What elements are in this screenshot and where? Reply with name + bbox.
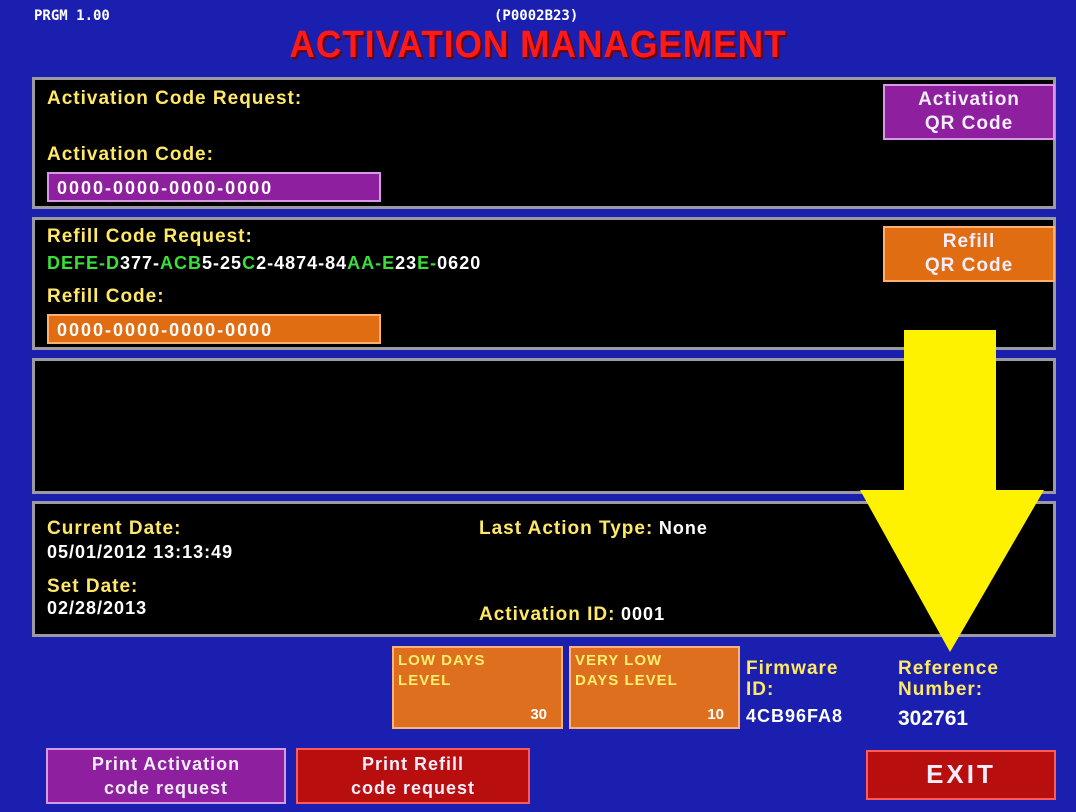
print-activation-line2: code request <box>103 778 229 798</box>
firmware-id-value: 4CB96FA8 <box>746 706 844 726</box>
low-days-value: 30 <box>530 706 547 723</box>
activation-code-field[interactable]: 0000-0000-0000-0000 <box>47 172 381 202</box>
very-low-label-line2: DAYS LEVEL <box>575 672 678 689</box>
firmware-label-line2: ID: <box>746 679 775 700</box>
last-action: Last Action Type: None <box>479 518 708 540</box>
reference-number-value: 302761 <box>898 707 969 730</box>
activation-code-label: Activation Code: <box>47 144 214 165</box>
last-action-value: None <box>658 518 708 538</box>
refill-request-code: DEFE-D377-ACB5-25C2-4874-84AA-E23E-0620 <box>47 253 481 274</box>
print-refill-request-button[interactable]: Print Refill code request <box>296 748 530 804</box>
firmware-id-label: Firmware ID: <box>746 658 838 700</box>
reference-label-line1: Reference <box>898 658 999 679</box>
low-days-label-line1: LOW DAYS <box>398 652 486 669</box>
low-days-level-box[interactable]: LOW DAYS LEVEL 30 <box>392 646 563 729</box>
print-refill-line2: code request <box>350 778 476 798</box>
refill-request-label: Refill Code Request: <box>47 226 253 247</box>
last-action-label: Last Action Type: <box>479 518 654 539</box>
page-title: ACTIVATION MANAGEMENT <box>289 24 787 66</box>
very-low-label-line1: VERY LOW <box>575 652 663 669</box>
activation-id-label: Activation ID: <box>479 604 616 625</box>
refill-request-segment: 2-4874-84 <box>256 253 348 273</box>
activation-qr-button-line2: QR Code <box>924 113 1014 134</box>
refill-code-field[interactable]: 0000-0000-0000-0000 <box>47 314 381 344</box>
reference-label-line2: Number: <box>898 679 984 700</box>
refill-qr-button-line1: Refill <box>942 231 996 252</box>
refill-request-segment: ACB <box>160 253 203 273</box>
current-date-value: 05/01/2012 13:13:49 <box>47 542 234 562</box>
very-low-days-label: VERY LOW DAYS LEVEL <box>575 651 678 691</box>
low-days-label-line2: LEVEL <box>398 672 452 689</box>
refill-request-segment: 5-25 <box>202 253 243 273</box>
print-activation-line1: Print Activation <box>91 754 241 774</box>
refill-request-segment: 377- <box>120 253 161 273</box>
program-id: (P0002B23) <box>494 8 579 24</box>
refill-qr-button-line2: QR Code <box>924 255 1014 276</box>
activation-qr-button-line1: Activation <box>918 89 1020 110</box>
very-low-days-level-box[interactable]: VERY LOW DAYS LEVEL 10 <box>569 646 740 729</box>
activation-request-label: Activation Code Request: <box>47 88 303 109</box>
set-date-value: 02/28/2013 <box>47 598 148 618</box>
refill-request-segment: 0620 <box>437 253 482 273</box>
very-low-days-value: 10 <box>707 706 724 723</box>
refill-code-label: Refill Code: <box>47 286 165 307</box>
program-version: PRGM 1.00 <box>34 8 110 24</box>
print-activation-request-button[interactable]: Print Activation code request <box>46 748 286 804</box>
firmware-label-line1: Firmware <box>746 658 839 679</box>
low-days-label: LOW DAYS LEVEL <box>398 651 485 691</box>
down-arrow-icon <box>860 330 1044 652</box>
activation-qr-code-button[interactable]: Activation QR Code <box>883 84 1055 140</box>
activation-id: Activation ID: 0001 <box>479 604 665 626</box>
activation-panel: Activation Code Request: Activation Code… <box>32 77 1056 209</box>
activation-id-value: 0001 <box>621 604 666 624</box>
refill-request-segment: E- <box>417 253 438 273</box>
refill-request-segment: C <box>242 253 257 273</box>
exit-button[interactable]: EXIT <box>866 750 1056 800</box>
current-date-label: Current Date: <box>47 518 182 539</box>
reference-number-label: Reference Number: <box>898 658 999 700</box>
refill-request-segment: AA-E <box>347 253 396 273</box>
activation-management-screen: PRGM 1.00 (P0002B23) ACTIVATION MANAGEME… <box>0 0 1076 812</box>
set-date-label: Set Date: <box>47 576 139 597</box>
print-refill-line1: Print Refill <box>361 754 464 774</box>
refill-request-segment: DEFE-D <box>47 253 120 273</box>
refill-request-segment: 23 <box>395 253 418 273</box>
refill-qr-code-button[interactable]: Refill QR Code <box>883 226 1055 282</box>
